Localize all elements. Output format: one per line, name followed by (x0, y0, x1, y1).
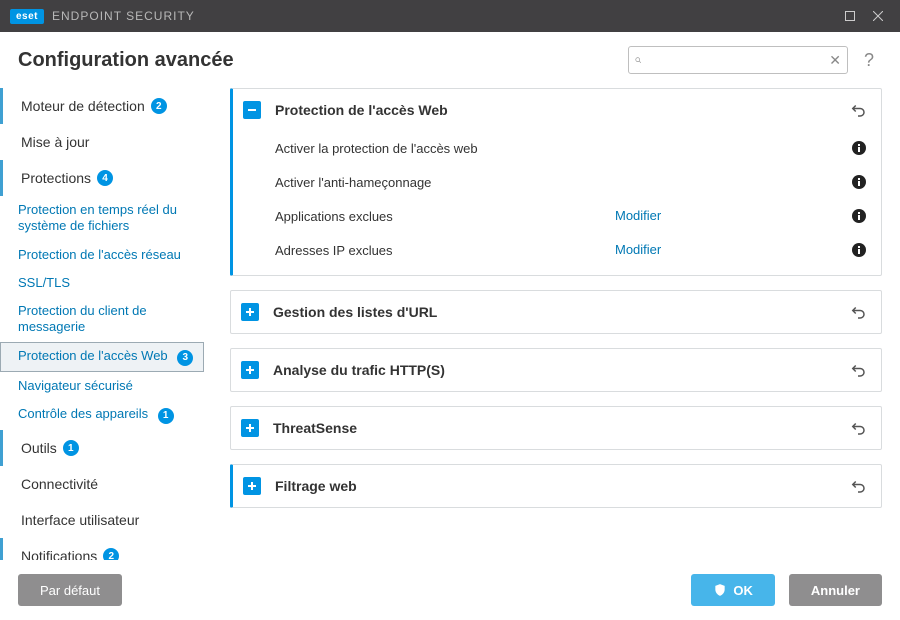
sidebar-item-label: Outils (21, 440, 57, 456)
expand-icon (243, 477, 261, 495)
shield-icon (713, 583, 727, 597)
header: Configuration avancée ✕ ? (0, 32, 900, 88)
row-label: Adresses IP exclues (275, 243, 615, 258)
search-input[interactable] (641, 53, 829, 68)
sidebar-item-tools[interactable]: Outils 1 (0, 430, 210, 466)
reset-section-icon[interactable] (849, 303, 867, 321)
sidebar-item-label: Interface utilisateur (21, 512, 139, 528)
reset-section-icon[interactable] (849, 419, 867, 437)
reset-section-icon[interactable] (849, 361, 867, 379)
sidebar-item-label: Moteur de détection (21, 98, 145, 114)
sidebar-sub-label: SSL/TLS (18, 275, 70, 290)
section-header-threatsense[interactable]: ThreatSense (231, 407, 881, 449)
link-modify-excluded-apps[interactable]: Modifier (615, 208, 661, 223)
row-excluded-apps: Applications exclues Modifier (233, 199, 881, 233)
section-web-filtering: Filtrage web (230, 464, 882, 508)
section-header-web-access[interactable]: Protection de l'accès Web (233, 89, 881, 131)
row-excluded-ips: Adresses IP exclues Modifier (233, 233, 881, 267)
expand-icon (241, 361, 259, 379)
reset-section-icon[interactable] (849, 101, 867, 119)
reset-section-icon[interactable] (849, 477, 867, 495)
sidebar-sub-badge: 3 (177, 350, 193, 366)
sidebar-item-update[interactable]: Mise à jour (0, 124, 210, 160)
section-threatsense: ThreatSense (230, 406, 882, 450)
expand-icon (241, 303, 259, 321)
main-panel: Protection de l'accès Web Activer la pro… (210, 88, 882, 560)
section-header-http-analysis[interactable]: Analyse du trafic HTTP(S) (231, 349, 881, 391)
sidebar-item-badge: 4 (97, 170, 113, 186)
sidebar: Moteur de détection 2 Mise à jour Protec… (0, 88, 210, 560)
expand-icon (241, 419, 259, 437)
sidebar-item-ui[interactable]: Interface utilisateur (0, 502, 210, 538)
sidebar-sub-ssl-tls[interactable]: SSL/TLS (0, 269, 210, 297)
section-web-access: Protection de l'accès Web Activer la pro… (230, 88, 882, 276)
sidebar-item-detection-engine[interactable]: Moteur de détection 2 (0, 88, 210, 124)
ok-button-label: OK (733, 583, 753, 598)
section-url-lists: Gestion des listes d'URL (230, 290, 882, 334)
row-enable-antiphishing: Activer l'anti-hameçonnage (233, 165, 881, 199)
sidebar-sub-mail-client[interactable]: Protection du client de messagerie (0, 297, 210, 342)
search-box[interactable]: ✕ (628, 46, 848, 74)
cancel-button[interactable]: Annuler (789, 574, 882, 606)
row-label: Activer la protection de l'accès web (275, 141, 615, 156)
info-icon[interactable] (851, 174, 867, 190)
link-modify-excluded-ips[interactable]: Modifier (615, 242, 661, 257)
sidebar-sub-label: Navigateur sécurisé (18, 378, 133, 393)
sidebar-item-badge: 1 (63, 440, 79, 456)
section-title: Protection de l'accès Web (275, 102, 849, 118)
row-label: Applications exclues (275, 209, 615, 224)
sidebar-sub-realtime-fs[interactable]: Protection en temps réel du système de f… (0, 196, 210, 241)
sidebar-item-notifications[interactable]: Notifications 2 (0, 538, 210, 560)
brand-badge: eset (10, 9, 44, 24)
titlebar: eset ENDPOINT SECURITY (0, 0, 900, 32)
window-maximize-button[interactable] (836, 2, 864, 30)
row-label: Activer l'anti-hameçonnage (275, 175, 615, 190)
sidebar-sub-device-control[interactable]: Contrôle des appareils 1 (0, 400, 210, 430)
sidebar-item-label: Protections (21, 170, 91, 186)
footer: Par défaut OK Annuler (0, 560, 900, 620)
search-clear-icon[interactable]: ✕ (829, 52, 841, 69)
sidebar-item-label: Notifications (21, 548, 97, 560)
brand-text: ENDPOINT SECURITY (52, 9, 195, 23)
sidebar-item-badge: 2 (103, 548, 119, 560)
sidebar-item-label: Connectivité (21, 476, 98, 492)
sidebar-sub-label: Protection du client de messagerie (18, 303, 147, 334)
sidebar-item-connectivity[interactable]: Connectivité (0, 466, 210, 502)
info-icon[interactable] (851, 208, 867, 224)
sidebar-sub-network-access[interactable]: Protection de l'accès réseau (0, 241, 210, 269)
row-enable-web-access: Activer la protection de l'accès web (233, 131, 881, 165)
help-icon[interactable]: ? (856, 50, 882, 71)
sidebar-item-protections[interactable]: Protections 4 (0, 160, 210, 196)
collapse-icon (243, 101, 261, 119)
section-http-analysis: Analyse du trafic HTTP(S) (230, 348, 882, 392)
section-header-url-lists[interactable]: Gestion des listes d'URL (231, 291, 881, 333)
sidebar-sub-web-access[interactable]: Protection de l'accès Web 3 (0, 342, 204, 372)
section-title: Gestion des listes d'URL (273, 304, 849, 320)
sidebar-item-badge: 2 (151, 98, 167, 114)
sidebar-sub-secure-browser[interactable]: Navigateur sécurisé (0, 372, 210, 400)
info-icon[interactable] (851, 242, 867, 258)
section-header-web-filtering[interactable]: Filtrage web (233, 465, 881, 507)
sidebar-sub-label: Contrôle des appareils (18, 406, 148, 421)
default-button[interactable]: Par défaut (18, 574, 122, 606)
info-icon[interactable] (851, 140, 867, 156)
window-close-button[interactable] (864, 2, 892, 30)
section-title: Analyse du trafic HTTP(S) (273, 362, 849, 378)
page-title: Configuration avancée (18, 49, 234, 72)
sidebar-item-label: Mise à jour (21, 134, 89, 150)
section-title: Filtrage web (275, 478, 849, 494)
sidebar-sub-label: Protection de l'accès Web (18, 348, 168, 363)
section-title: ThreatSense (273, 420, 849, 436)
sidebar-sub-label: Protection en temps réel du système de f… (18, 202, 177, 233)
sidebar-sub-badge: 1 (158, 408, 174, 424)
sidebar-sub-label: Protection de l'accès réseau (18, 247, 181, 262)
ok-button[interactable]: OK (691, 574, 775, 606)
